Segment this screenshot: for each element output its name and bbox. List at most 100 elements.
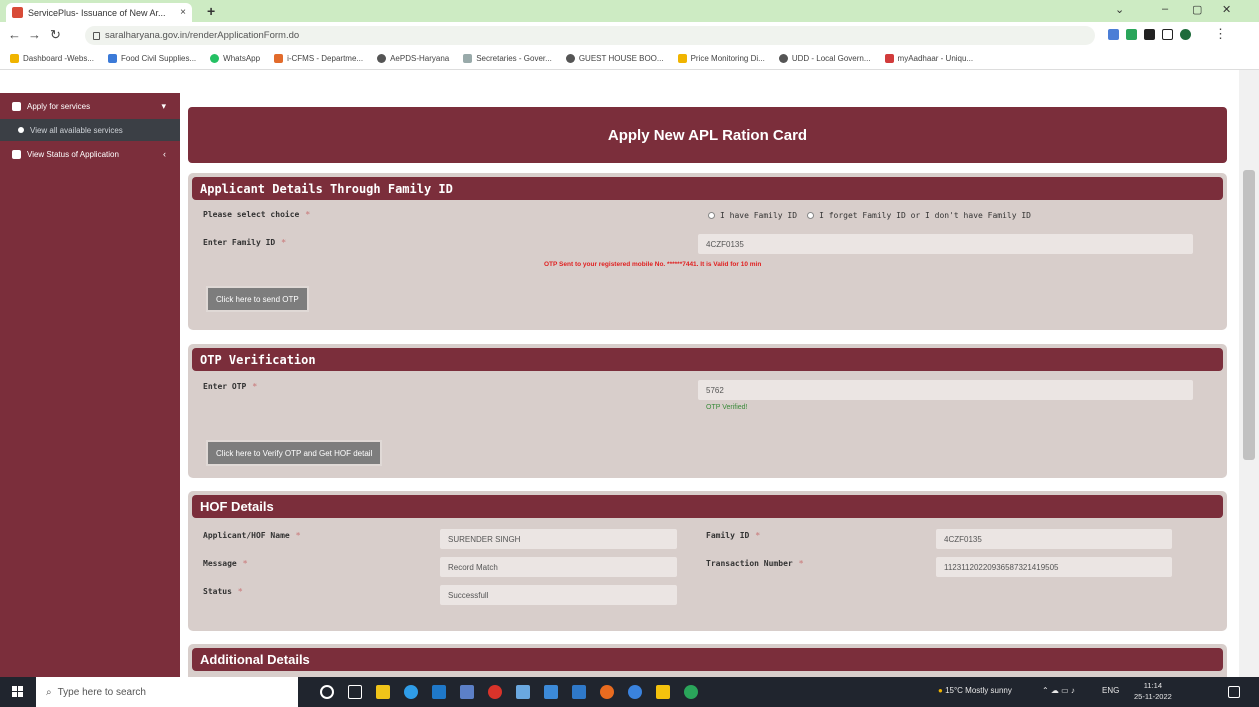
tray-icons[interactable]: ⌃ ☁ ▭ ♪ [1042,686,1075,695]
edge-icon[interactable] [404,685,418,699]
applicant-name-label: Applicant/HOF Name * [203,531,301,540]
bookmark-icon [463,54,473,63]
tab-title: ServicePlus- Issuance of New Ar... [28,7,166,18]
menu-dots-icon[interactable]: ⋮ [1214,26,1227,42]
sidebar-item-view-services[interactable]: View all available services [0,119,180,141]
applicant-name-field[interactable]: SURENDER SINGH [440,529,677,549]
search-icon: ⌕ [46,686,52,698]
family-section-title: Applicant Details Through Family ID [192,177,1223,200]
puzzle-icon[interactable] [1144,29,1155,40]
tab-close-icon[interactable]: × [180,7,186,18]
chrome-icon[interactable] [684,685,698,699]
language-indicator[interactable]: ENG [1102,686,1119,695]
weather-widget[interactable]: ● 15°C Mostly sunny [938,686,1012,695]
app-icon[interactable] [628,685,642,699]
minimize-button[interactable]: – [1162,3,1168,15]
page-scrollbar[interactable] [1239,70,1259,677]
sticky-notes-icon[interactable] [656,685,670,699]
profile-avatar[interactable] [1180,29,1191,40]
globe-icon [565,54,575,63]
close-window-button[interactable]: ✕ [1222,3,1231,16]
otp-sent-message: OTP Sent to your registered mobile No. *… [544,261,762,268]
file-explorer-icon[interactable] [376,685,390,699]
verify-otp-button[interactable]: Click here to Verify OTP and Get HOF det… [206,440,383,466]
main-content: Apply New APL Ration Card Applicant Deta… [180,93,1239,677]
status-field[interactable]: Successfull [440,585,677,605]
radio-have-family-id[interactable] [708,212,715,219]
browser-tab[interactable]: ServicePlus- Issuance of New Ar... × [6,3,192,22]
app-icon[interactable] [460,685,474,699]
page-title: Apply New APL Ration Card [188,107,1227,163]
sidepanel-icon[interactable] [1162,29,1173,40]
url-text: saralharyana.gov.in/renderApplicationFor… [105,30,300,41]
windows-taskbar: ⌕ Type here to search ● 15°C Mostly sunn… [0,677,1259,707]
hof-family-id-field[interactable]: 4CZF0135 [936,529,1172,549]
opera-icon[interactable] [488,685,502,699]
bookmark-item[interactable]: Dashboard -Webs... [10,54,94,63]
dot-icon [18,127,24,133]
hof-section-title: HOF Details [192,495,1223,518]
otp-verified-status: OTP Verified! [706,404,748,411]
sidebar: Apply for services ▾ View all available … [0,93,180,677]
chevron-down-icon: ▾ [161,100,166,111]
forward-arrow-icon[interactable]: → [28,27,41,42]
choice-radio-group: I have Family ID I forget Family ID or I… [708,211,1031,220]
family-id-input[interactable]: 4CZF0135 [698,234,1193,254]
bookmark-item[interactable]: AePDS-Haryana [377,54,449,63]
whatsapp-icon [210,54,220,63]
site-favicon-icon [12,7,23,18]
store-icon[interactable] [432,685,446,699]
sidebar-item-apply-services[interactable]: Apply for services ▾ [0,93,180,119]
bookmark-icon [10,54,19,63]
status-label: Status * [203,587,243,596]
browser-tab-strip: ServicePlus- Issuance of New Ar... × + ⌄… [0,0,1259,22]
app-icon[interactable] [572,685,586,699]
bookmark-item[interactable]: Price Monitoring Di... [677,54,765,63]
bookmark-item[interactable]: i-CFMS - Departme... [274,54,363,63]
message-label: Message * [203,559,248,568]
reload-icon[interactable]: ↻ [50,27,61,43]
bookmark-item[interactable]: Food Civil Supplies... [108,54,196,63]
taskbar-search-input[interactable]: ⌕ Type here to search [36,677,298,707]
folder-icon [677,54,687,63]
cortana-icon[interactable] [320,685,334,699]
bookmark-item[interactable]: GUEST HOUSE BOO... [565,54,664,63]
family-id-panel: Applicant Details Through Family ID Plea… [188,173,1227,330]
message-field[interactable]: Record Match [440,557,677,577]
windows-start-icon[interactable] [12,686,24,698]
app-icon[interactable] [516,685,530,699]
scrollbar-thumb[interactable] [1243,170,1255,460]
bookmark-icon [108,54,117,63]
restore-button[interactable]: ▢ [1192,3,1202,16]
globe-icon [778,54,788,63]
system-clock[interactable]: 11:14 25-11-2022 [1134,680,1172,702]
aadhaar-icon [884,54,894,63]
choice-label: Please select choice * [203,210,311,219]
app-icon[interactable] [600,685,614,699]
bookmark-item[interactable]: Secretaries - Gover... [463,54,552,63]
bookmark-item[interactable]: WhatsApp [210,54,260,63]
app-icon[interactable] [544,685,558,699]
extension-icon[interactable] [1126,29,1137,40]
otp-input[interactable]: 5762 [698,380,1193,400]
address-bar[interactable]: saralharyana.gov.in/renderApplicationFor… [85,26,1095,45]
otp-panel: OTP Verification Enter OTP * 5762 OTP Ver… [188,344,1227,478]
radio-no-family-id[interactable] [807,212,815,219]
address-toolbar: ← → ↻ saralharyana.gov.in/renderApplicat… [0,22,1259,48]
new-tab-button[interactable]: + [207,3,215,19]
transaction-number-field[interactable]: 11231120220936587321419505 [936,557,1172,577]
sidebar-item-view-status[interactable]: View Status of Application ‹ [0,141,180,167]
chevron-left-icon: ‹ [163,149,166,159]
grid-icon [12,101,21,111]
back-arrow-icon[interactable]: ← [8,27,21,42]
extension-icon[interactable] [1108,29,1119,40]
notifications-icon[interactable] [1228,686,1240,698]
additional-section-title: Additional Details [192,648,1223,671]
hof-family-id-label: Family ID * [706,531,761,540]
bookmark-item[interactable]: myAadhaar - Uniqu... [884,54,973,63]
task-view-icon[interactable] [348,685,362,699]
tab-search-icon[interactable]: ⌄ [1115,3,1124,16]
bookmarks-bar: Dashboard -Webs... Food Civil Supplies..… [0,48,1259,70]
bookmark-item[interactable]: UDD - Local Govern... [778,54,871,63]
send-otp-button[interactable]: Click here to send OTP [206,286,309,312]
